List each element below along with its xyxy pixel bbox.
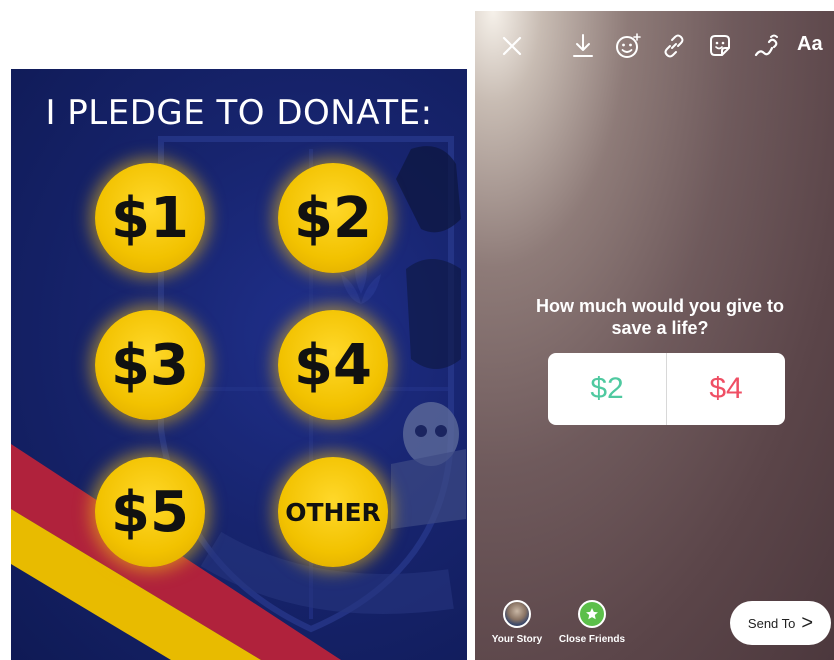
star-icon — [578, 600, 606, 628]
send-to-label: Send To — [747, 615, 796, 631]
story-composer: Aa How much would you give to save a lif… — [475, 11, 834, 660]
chevron-right-icon: > — [801, 611, 814, 634]
pledge-option-other-button[interactable]: OTHER — [278, 457, 388, 567]
close-friends-button[interactable]: Close Friends — [552, 600, 632, 645]
pledge-option-1-button[interactable]: $1 — [95, 163, 205, 273]
link-icon[interactable] — [659, 31, 689, 61]
crest-background-image — [11, 136, 466, 660]
pledge-title: I PLEDGE TO DONATE: — [45, 93, 433, 133]
pledge-option-5-button[interactable]: $5 — [95, 457, 205, 567]
pledge-option-4-button[interactable]: $4 — [278, 310, 388, 420]
text-tool-button[interactable]: Aa — [797, 33, 823, 56]
face-filter-icon[interactable] — [613, 31, 643, 61]
pledge-graphic: I PLEDGE TO DONATE: $1 $2 $3 $4 $5 OTHER — [11, 69, 467, 660]
download-icon[interactable] — [568, 31, 598, 61]
pledge-option-3-button[interactable]: $3 — [95, 310, 205, 420]
poll-sticker: $2 $4 — [548, 353, 785, 425]
poll-option-1[interactable]: $2 — [548, 353, 666, 425]
close-icon[interactable] — [497, 31, 527, 61]
sticker-icon[interactable] — [705, 31, 735, 61]
poll-option-2[interactable]: $4 — [667, 353, 785, 425]
your-story-button[interactable]: Your Story — [477, 600, 557, 645]
send-to-button[interactable]: Send To > — [730, 601, 831, 645]
your-story-label: Your Story — [491, 634, 543, 645]
avatar — [503, 600, 531, 628]
pledge-option-2-button[interactable]: $2 — [278, 163, 388, 273]
poll-question: How much would you give to save a life? — [535, 296, 784, 338]
draw-icon[interactable] — [751, 31, 781, 61]
close-friends-label: Close Friends — [558, 634, 626, 645]
